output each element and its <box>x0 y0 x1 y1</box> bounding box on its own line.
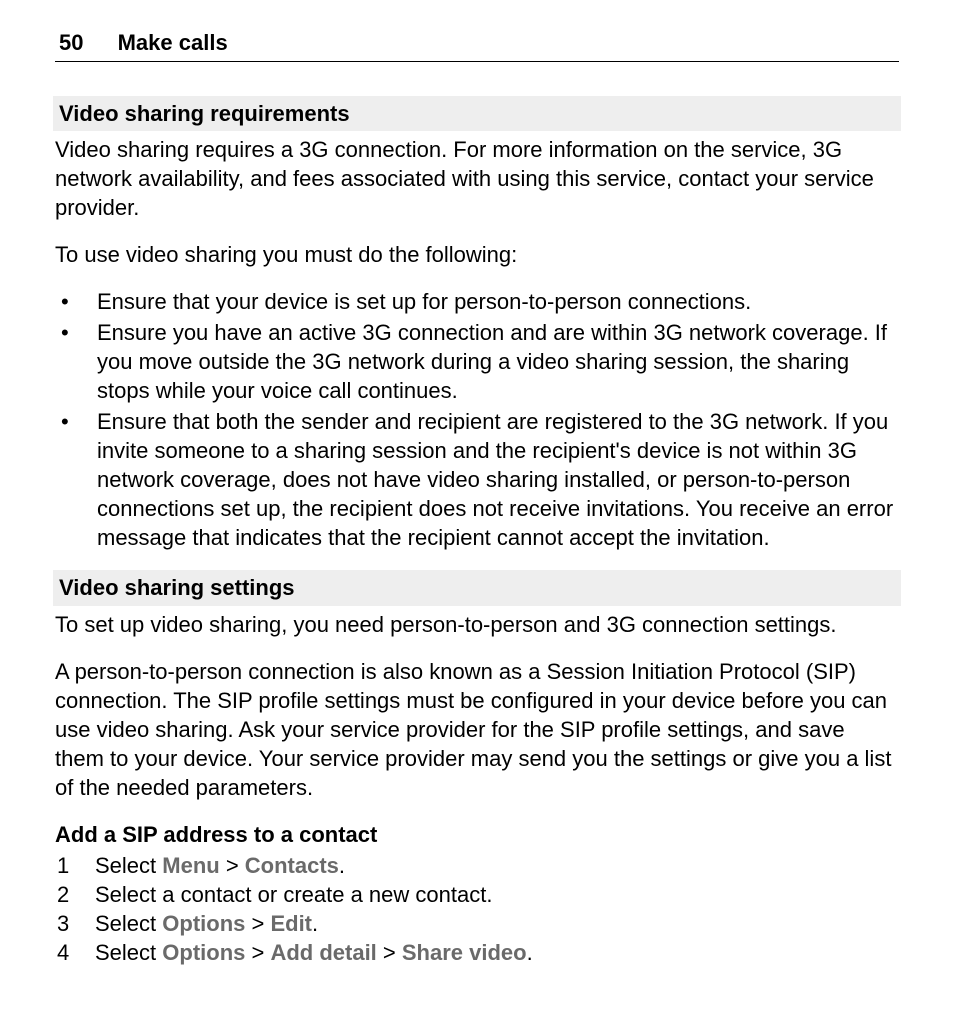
punct: . <box>312 911 318 936</box>
punct: . <box>527 940 533 965</box>
path-separator: > <box>377 940 402 965</box>
header-section-title: Make calls <box>118 30 228 55</box>
menu-path-item: Share video <box>402 940 527 965</box>
list-item: Ensure that both the sender and recipien… <box>55 407 899 552</box>
step-text: Select <box>95 853 162 878</box>
path-separator: > <box>245 911 270 936</box>
menu-path-item: Edit <box>270 911 312 936</box>
step-4: Select Options > Add detail > Share vide… <box>55 938 899 967</box>
section-heading-settings: Video sharing settings <box>53 570 901 605</box>
step-text: Select <box>95 940 162 965</box>
menu-path-item: Options <box>162 940 245 965</box>
list-item: Ensure you have an active 3G connection … <box>55 318 899 405</box>
list-item: Ensure that your device is set up for pe… <box>55 287 899 316</box>
requirements-intro: Video sharing requires a 3G connection. … <box>55 135 899 222</box>
requirements-lead-in: To use video sharing you must do the fol… <box>55 240 899 269</box>
requirements-list: Ensure that your device is set up for pe… <box>55 287 899 552</box>
punct: . <box>339 853 345 878</box>
menu-path-item: Contacts <box>245 853 339 878</box>
step-2: Select a contact or create a new contact… <box>55 880 899 909</box>
settings-body: A person-to-person connection is also kn… <box>55 657 899 802</box>
step-1: Select Menu > Contacts. <box>55 851 899 880</box>
step-text: Select <box>95 911 162 936</box>
page-number: 50 <box>59 28 83 57</box>
menu-path-item: Menu <box>162 853 219 878</box>
menu-path-item: Add detail <box>270 940 376 965</box>
menu-path-item: Options <box>162 911 245 936</box>
step-3: Select Options > Edit. <box>55 909 899 938</box>
sip-steps: Select Menu > Contacts. Select a contact… <box>55 851 899 967</box>
section-heading-requirements: Video sharing requirements <box>53 96 901 131</box>
path-separator: > <box>245 940 270 965</box>
path-separator: > <box>220 853 245 878</box>
settings-intro: To set up video sharing, you need person… <box>55 610 899 639</box>
page: 50 Make calls Video sharing requirements… <box>0 0 954 1007</box>
subheading-sip: Add a SIP address to a contact <box>55 820 899 849</box>
running-header: 50 Make calls <box>55 28 899 62</box>
